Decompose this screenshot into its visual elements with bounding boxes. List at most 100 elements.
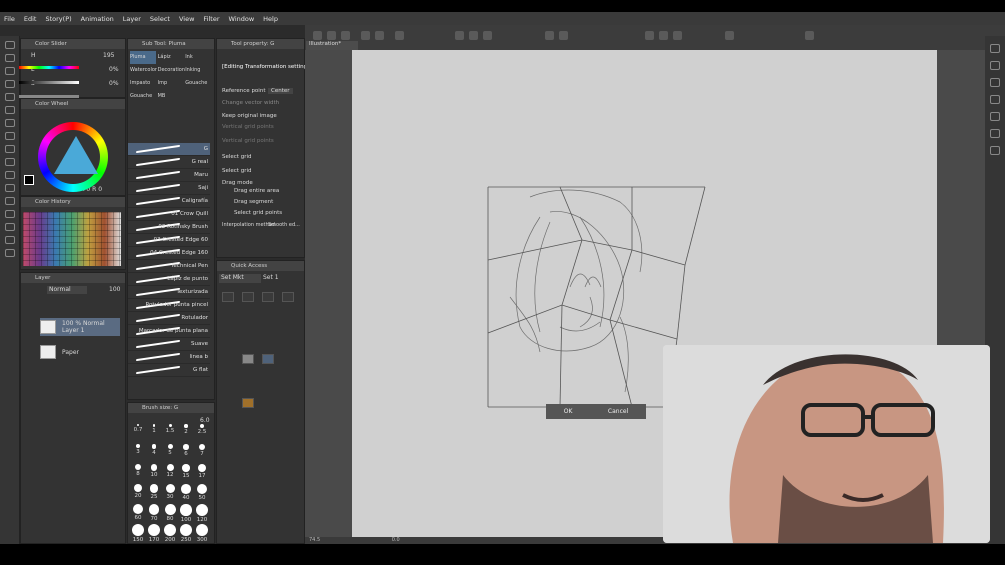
decoration-tool-icon[interactable] xyxy=(4,158,15,166)
brush-size-option[interactable]: 0.7 xyxy=(130,424,146,438)
brush-tool-icon[interactable] xyxy=(4,132,15,140)
pen-tool-icon[interactable] xyxy=(4,106,15,114)
hue-slider[interactable] xyxy=(19,66,79,69)
tool-ink[interactable]: Ink xyxy=(185,51,211,64)
brush-size-option[interactable]: 3 xyxy=(130,444,146,458)
menu-story[interactable]: Story(P) xyxy=(45,15,71,23)
layer-opacity[interactable]: 100 xyxy=(109,286,120,293)
eyedropper-tool-icon[interactable] xyxy=(4,93,15,101)
brush-size-option[interactable]: 5 xyxy=(162,444,178,458)
brush-item[interactable]: Rotulador xyxy=(128,312,210,325)
tool-pluma[interactable]: Pluma xyxy=(130,51,156,64)
reference-point-select[interactable]: Center xyxy=(268,88,293,94)
menu-file[interactable]: File xyxy=(4,15,15,23)
brush-size-option[interactable]: 150 xyxy=(130,524,146,543)
ruler-icon[interactable] xyxy=(483,31,492,40)
transform-icon[interactable] xyxy=(545,31,554,40)
brush-size-option[interactable]: 100 xyxy=(178,504,194,523)
drag-segment-radio[interactable]: Drag segment xyxy=(234,199,273,205)
tool-mb[interactable]: MB xyxy=(158,90,184,103)
brush-item[interactable]: linea b xyxy=(128,351,210,364)
brush-item[interactable]: 03 Crested Edge 60 xyxy=(128,234,210,247)
navigator-icon[interactable] xyxy=(990,44,1000,53)
brush-item[interactable]: Suave xyxy=(128,338,210,351)
quick-access-item[interactable] xyxy=(262,354,274,364)
tool-impasto[interactable]: Impasto xyxy=(130,77,156,90)
layer-row-paper[interactable]: Paper xyxy=(40,343,120,361)
figure-tool-icon[interactable] xyxy=(4,223,15,231)
rotate-icon[interactable] xyxy=(673,31,682,40)
brush-size-option[interactable]: 170 xyxy=(146,524,162,543)
quick-access-item[interactable] xyxy=(282,292,294,302)
history-icon[interactable] xyxy=(990,112,1000,121)
brush-size-option[interactable]: 17 xyxy=(194,464,210,479)
brush-size-option[interactable]: 4 xyxy=(146,444,162,458)
brush-size-value[interactable]: 6.0 xyxy=(200,417,210,424)
l-value[interactable]: 0% xyxy=(109,66,119,73)
quick-access-set-mkt[interactable]: Set Mkt xyxy=(219,274,261,283)
layer-color-icon[interactable] xyxy=(469,31,478,40)
brush-item[interactable]: G xyxy=(128,143,210,156)
quick-access-item[interactable] xyxy=(242,398,254,408)
quick-access-item[interactable] xyxy=(222,292,234,302)
menu-layer[interactable]: Layer xyxy=(123,15,141,23)
brush-size-option[interactable]: 50 xyxy=(194,484,210,501)
brush-size-option[interactable]: 10 xyxy=(146,464,162,478)
brush-size-option[interactable]: 80 xyxy=(162,504,178,522)
gradient-tool-icon[interactable] xyxy=(4,210,15,218)
undo-icon[interactable] xyxy=(361,31,370,40)
brush-size-option[interactable]: 8 xyxy=(130,464,146,478)
fill-tool-icon[interactable] xyxy=(4,197,15,205)
brush-item[interactable]: 01 Crow Quill xyxy=(128,208,210,221)
tool-inking[interactable]: Inking xyxy=(185,64,211,77)
brush-size-option[interactable]: 25 xyxy=(146,484,162,500)
brush-item[interactable]: Rotulador punta pincel xyxy=(128,299,210,312)
brush-item[interactable]: Saji xyxy=(128,182,210,195)
keep-original-image-checkbox[interactable]: Keep original image xyxy=(222,113,277,119)
canvas-tab[interactable]: Illustration* xyxy=(306,41,358,50)
menu-animation[interactable]: Animation xyxy=(81,15,114,23)
brush-item[interactable]: Caligrafía xyxy=(128,195,210,208)
zoom-in-icon[interactable] xyxy=(645,31,654,40)
zoom-out-icon[interactable] xyxy=(659,31,668,40)
brush-item[interactable]: G real xyxy=(128,156,210,169)
brush-size-option[interactable]: 60 xyxy=(130,504,146,521)
brush-size-option[interactable]: 300 xyxy=(194,524,210,543)
flip-icon[interactable] xyxy=(725,31,734,40)
brush-item[interactable]: Texturizada xyxy=(128,286,210,299)
select-grid-1[interactable]: Select grid xyxy=(222,154,252,160)
brush-size-option[interactable]: 200 xyxy=(162,524,178,543)
quick-access-item[interactable] xyxy=(262,292,274,302)
lightness-slider[interactable] xyxy=(19,81,79,84)
new-icon[interactable] xyxy=(313,31,322,40)
main-color-swatch[interactable] xyxy=(24,175,34,185)
material-icon[interactable] xyxy=(990,78,1000,87)
brush-size-option[interactable]: 70 xyxy=(146,504,162,522)
drag-entire-area-radio[interactable]: Drag entire area xyxy=(234,188,279,194)
layer-row-layer1[interactable]: 100 % Normal Layer 1 xyxy=(40,318,120,336)
s-value[interactable]: 0% xyxy=(109,80,119,87)
save-icon[interactable] xyxy=(341,31,350,40)
interpolation-select[interactable]: Smooth ed... xyxy=(268,222,300,228)
tool-gouache-2[interactable]: Gouache xyxy=(130,90,156,103)
blend-tool-icon[interactable] xyxy=(4,184,15,192)
selection-tool-icon[interactable] xyxy=(4,67,15,75)
tool-watercolor[interactable]: Watercolor xyxy=(130,64,157,77)
blend-mode-select[interactable]: Normal xyxy=(47,286,87,294)
brush-item[interactable]: Marcador de punta plana xyxy=(128,325,210,338)
layer-property-icon[interactable] xyxy=(990,129,1000,138)
move-tool-icon[interactable] xyxy=(4,54,15,62)
change-vector-width-checkbox[interactable]: Change vector width xyxy=(222,100,279,106)
menu-view[interactable]: View xyxy=(179,15,194,23)
airbrush-tool-icon[interactable] xyxy=(4,145,15,153)
quick-access-item[interactable] xyxy=(242,354,254,364)
text-tool-icon[interactable] xyxy=(4,236,15,244)
zoom-level[interactable]: 74.5 xyxy=(309,537,320,543)
brush-size-option[interactable]: 40 xyxy=(178,484,194,501)
menu-window[interactable]: Window xyxy=(229,15,255,23)
brush-item[interactable]: Maru xyxy=(128,169,210,182)
brush-item[interactable]: Lápiz de punto xyxy=(128,273,210,286)
quick-access-item[interactable] xyxy=(242,292,254,302)
color-triangle[interactable] xyxy=(54,136,98,174)
brush-size-option[interactable]: 250 xyxy=(178,524,194,543)
